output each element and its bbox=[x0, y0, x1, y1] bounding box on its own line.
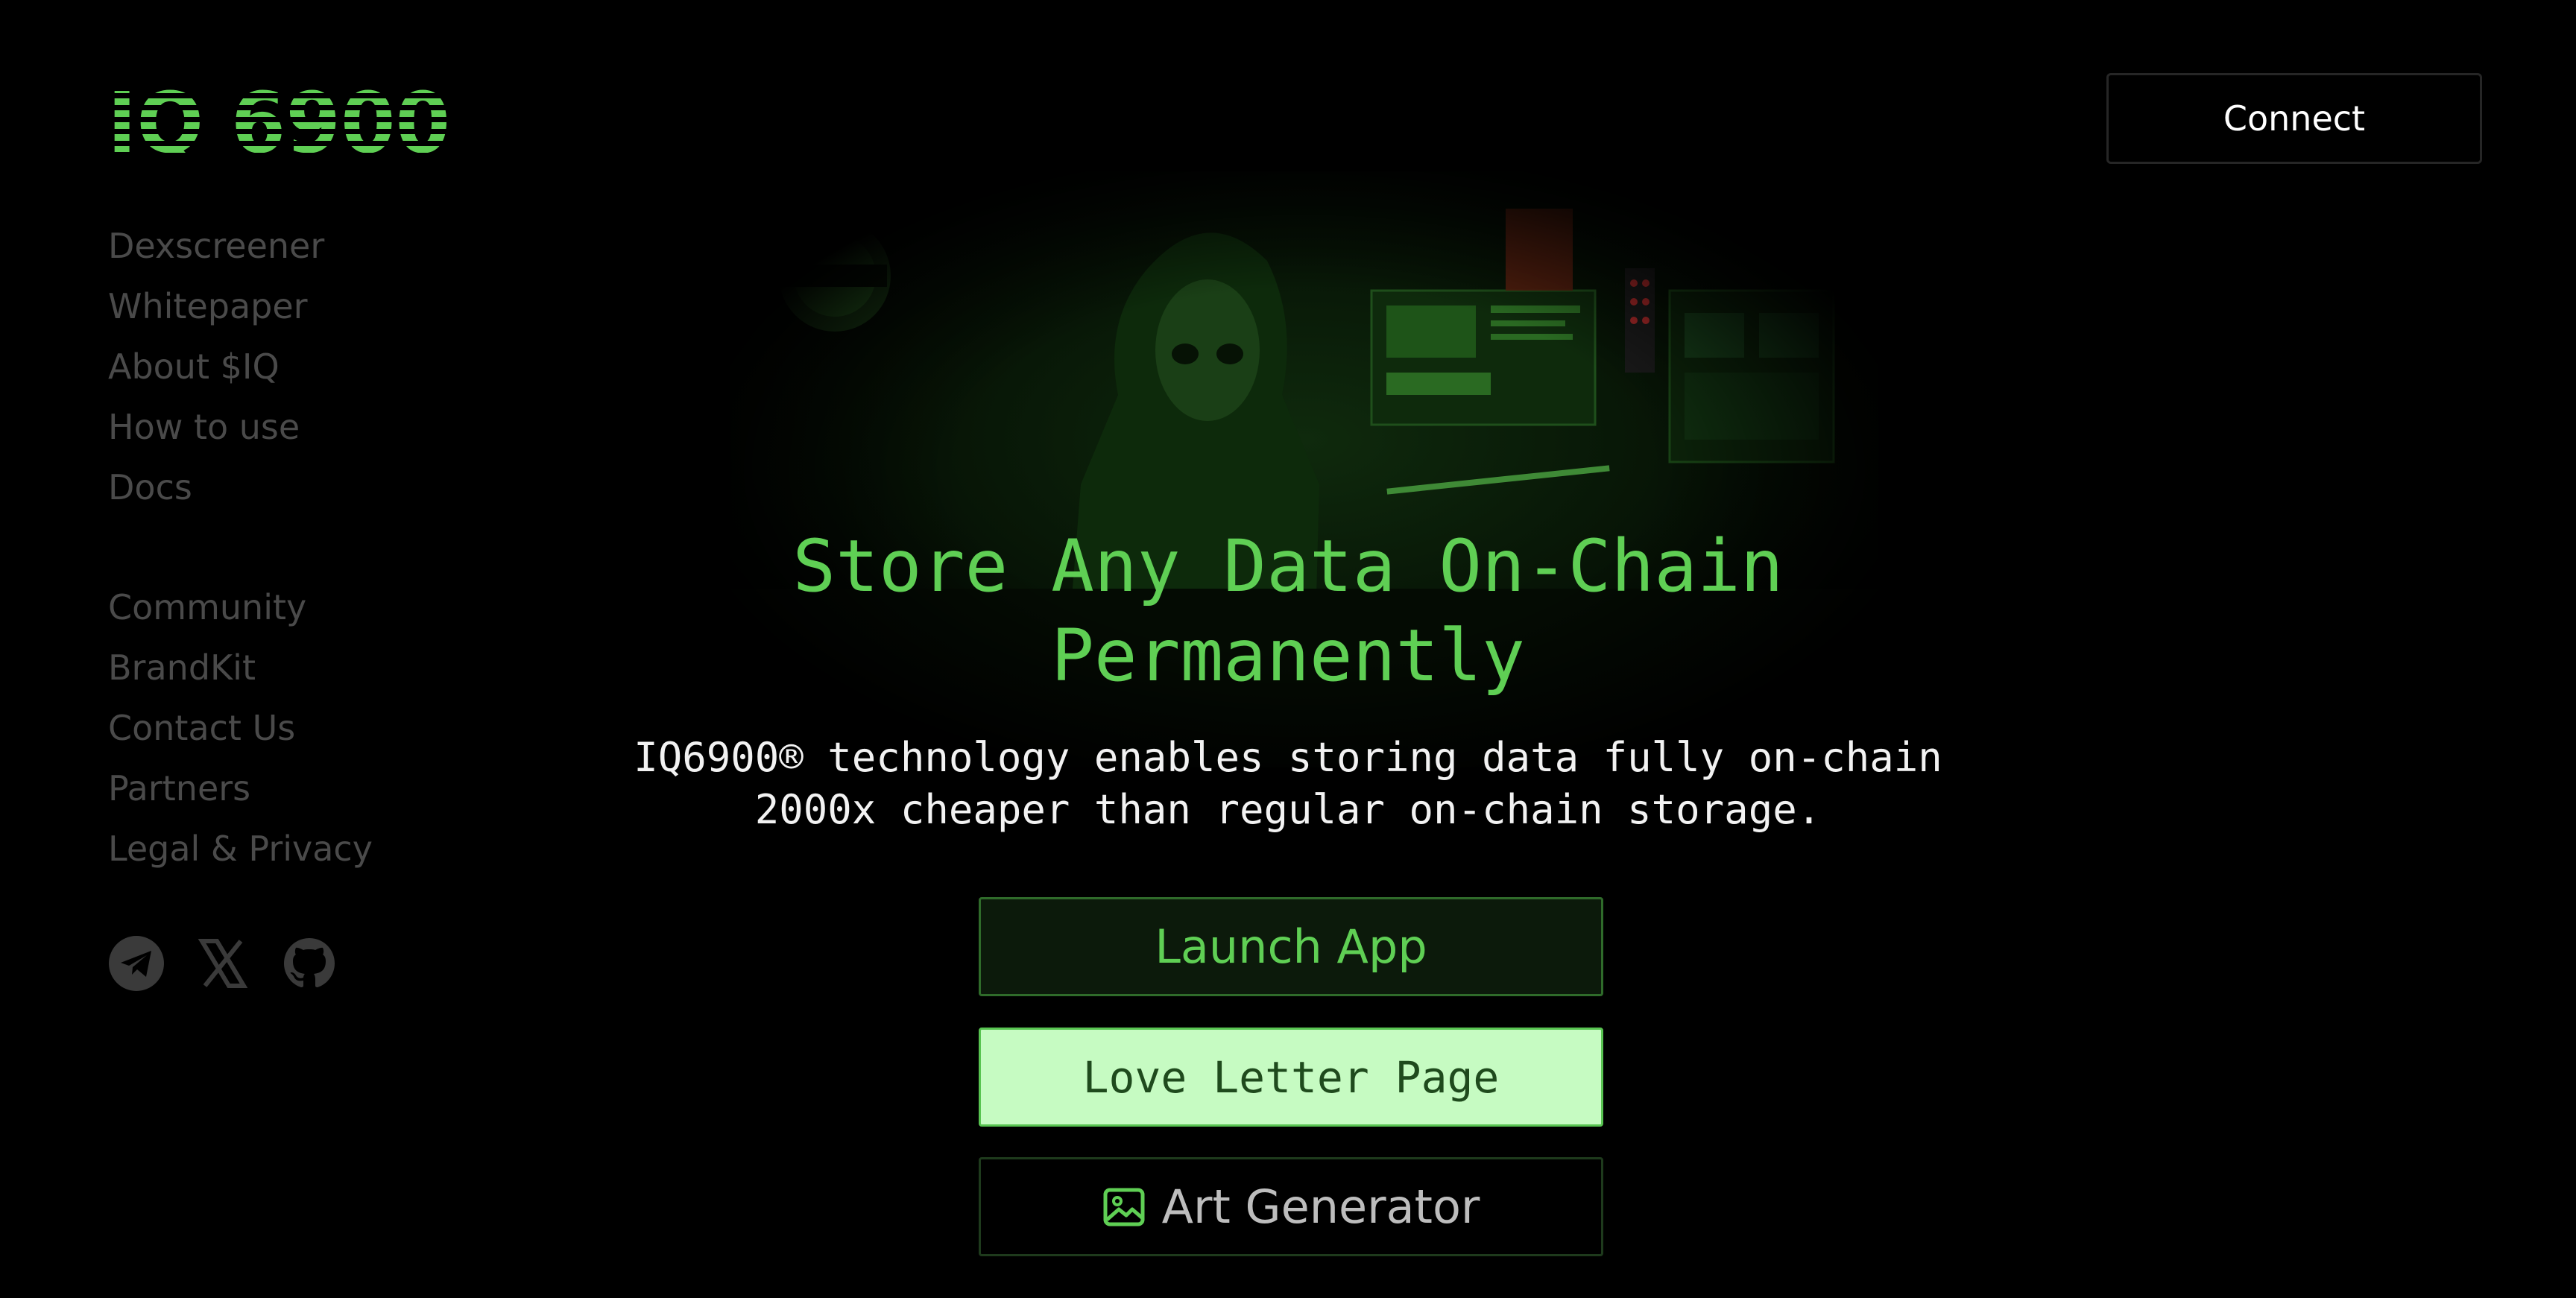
nav-item-about[interactable]: About $IQ bbox=[108, 337, 373, 397]
nav-item-community[interactable]: Community bbox=[108, 577, 373, 638]
github-icon[interactable] bbox=[281, 935, 338, 992]
hero-subtitle-line2: 2000x cheaper than regular on-chain stor… bbox=[754, 786, 1822, 833]
logo-text: IQ 6900 bbox=[107, 79, 450, 161]
x-icon[interactable] bbox=[195, 935, 251, 992]
art-generator-label: Art Generator bbox=[1161, 1180, 1480, 1234]
nav-item-docs[interactable]: Docs bbox=[108, 458, 373, 518]
launch-app-button[interactable]: Launch App bbox=[979, 897, 1603, 996]
launch-app-label: Launch App bbox=[1155, 919, 1427, 974]
hero-subtitle-line1: IQ6900® technology enables storing data … bbox=[634, 734, 1942, 781]
hero-subtitle: IQ6900® technology enables storing data … bbox=[543, 732, 2033, 836]
hero-title-line2: Permanently bbox=[1051, 614, 1525, 697]
telegram-icon[interactable] bbox=[108, 935, 165, 992]
nav-item-dexscreener[interactable]: Dexscreener bbox=[108, 216, 373, 276]
art-generator-button[interactable]: Art Generator bbox=[979, 1157, 1603, 1256]
nav-item-partners[interactable]: Partners bbox=[108, 759, 373, 819]
nav-item-legal-privacy[interactable]: Legal & Privacy bbox=[108, 819, 373, 879]
social-links bbox=[108, 935, 338, 992]
iq6900-logo[interactable]: IQ 6900 bbox=[107, 79, 450, 161]
nav-item-how-to-use[interactable]: How to use bbox=[108, 397, 373, 458]
image-icon bbox=[1103, 1188, 1145, 1226]
connect-button[interactable]: Connect bbox=[2106, 73, 2482, 164]
nav-item-contact-us[interactable]: Contact Us bbox=[108, 698, 373, 759]
side-nav: Dexscreener Whitepaper About $IQ How to … bbox=[108, 216, 373, 879]
love-letter-label: Love Letter Page bbox=[1082, 1051, 1500, 1103]
nav-secondary: Community BrandKit Contact Us Partners L… bbox=[108, 577, 373, 879]
love-letter-page-button[interactable]: Love Letter Page bbox=[979, 1028, 1603, 1127]
hero-title-line1: Store Any Data On-Chain bbox=[792, 525, 1784, 608]
hero-title: Store Any Data On-Chain Permanently bbox=[543, 522, 2033, 700]
nav-item-brandkit[interactable]: BrandKit bbox=[108, 638, 373, 698]
nav-item-whitepaper[interactable]: Whitepaper bbox=[108, 276, 373, 337]
nav-primary: Dexscreener Whitepaper About $IQ How to … bbox=[108, 216, 373, 518]
